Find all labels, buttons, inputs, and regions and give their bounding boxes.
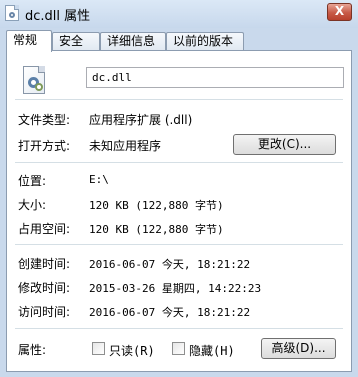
tab-security[interactable]: 安全: [52, 32, 100, 51]
dll-file-icon: [5, 5, 19, 21]
general-panel: dc.dll 文件类型: 应用程序扩展 (.dll) 打开方式: 未知应用程序 …: [6, 50, 352, 372]
created-value: 2016-06-07 今天, 18:21:22: [89, 258, 251, 271]
tab-strip: 常规 安全 详细信息 以前的版本: [6, 30, 352, 52]
advanced-button[interactable]: 高级(D)...: [261, 338, 336, 359]
attributes-label: 属性:: [18, 343, 47, 357]
size-value: 120 KB (122,880 字节): [89, 199, 224, 212]
accessed-label: 访问时间:: [18, 305, 71, 319]
separator: [15, 162, 343, 163]
readonly-label[interactable]: 只读(R): [109, 342, 155, 359]
file-name-input[interactable]: dc.dll: [86, 67, 344, 88]
window-title: dc.dll 属性: [25, 9, 91, 24]
title-bar: dc.dll 属性 X: [0, 0, 358, 28]
file-type-label: 文件类型:: [18, 113, 71, 127]
dll-file-gear-icon: [23, 66, 49, 96]
hidden-label[interactable]: 隐藏(H): [189, 342, 235, 359]
modified-label: 修改时间:: [18, 281, 71, 295]
created-label: 创建时间:: [18, 257, 71, 271]
tab-details[interactable]: 详细信息: [100, 32, 166, 51]
readonly-checkbox[interactable]: [92, 342, 105, 355]
size-on-disk-value: 120 KB (122,880 字节): [89, 223, 224, 236]
open-with-label: 打开方式:: [18, 139, 71, 153]
open-with-value: 未知应用程序: [89, 139, 162, 153]
separator: [15, 244, 343, 245]
tab-general[interactable]: 常规: [6, 30, 52, 52]
separator: [15, 99, 343, 100]
modified-value: 2015-03-26 星期四, 14:22:23: [89, 282, 262, 295]
tab-previous-versions[interactable]: 以前的版本: [166, 32, 244, 51]
file-type-value: 应用程序扩展 (.dll): [89, 113, 193, 127]
size-label: 大小:: [18, 198, 47, 212]
location-label: 位置:: [18, 174, 47, 188]
hidden-checkbox[interactable]: [172, 342, 185, 355]
size-on-disk-label: 占用空间:: [18, 222, 71, 236]
separator: [15, 328, 343, 329]
location-value: E:\: [89, 173, 109, 186]
accessed-value: 2016-06-07 今天, 18:21:22: [89, 306, 251, 319]
close-button[interactable]: X: [327, 3, 352, 21]
change-button[interactable]: 更改(C)...: [233, 134, 336, 155]
